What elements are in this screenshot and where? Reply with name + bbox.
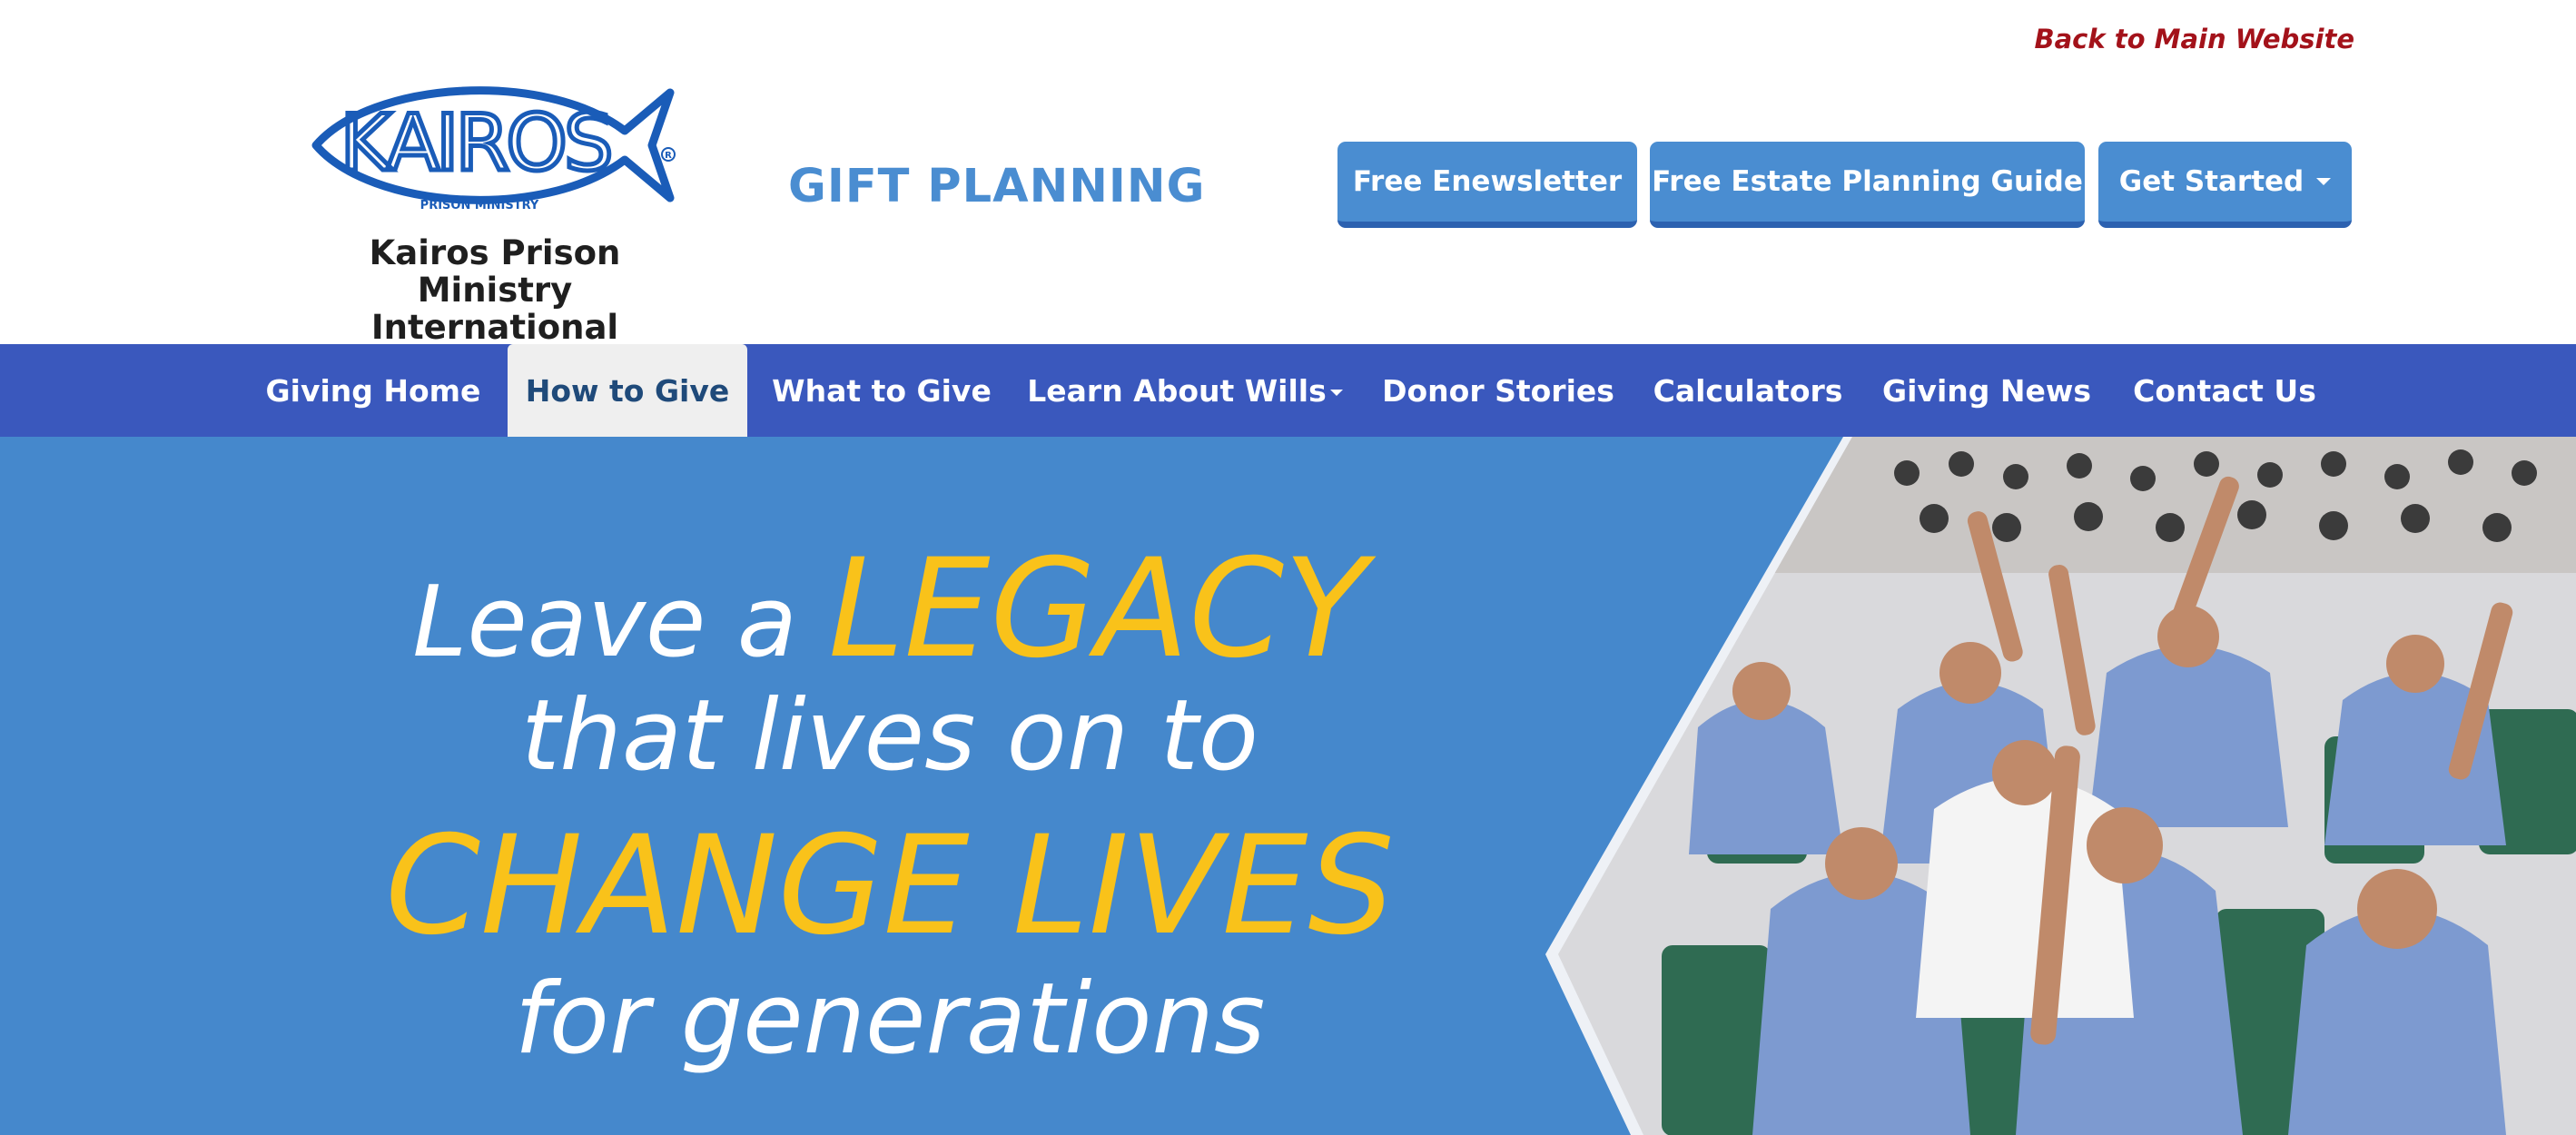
caret-down-icon xyxy=(2316,178,2332,185)
nav-label: Learn About Wills xyxy=(1027,372,1327,409)
nav-item-donor-stories[interactable]: Donor Stories xyxy=(1382,344,1614,437)
organization-name: Kairos Prison Ministry International xyxy=(300,234,690,346)
hero-legacy: LEGACY xyxy=(828,530,1367,688)
hero-leave-a: Leave a xyxy=(412,566,797,679)
organization-name-line2: International xyxy=(370,308,619,347)
nav-item-contact-us[interactable]: Contact Us xyxy=(2133,344,2316,437)
main-navigation: Giving Home How to Give What to Give Lea… xyxy=(0,344,2576,437)
nav-item-how-to-give[interactable]: How to Give xyxy=(508,344,747,437)
logo-wordmark: KAIROS xyxy=(340,98,609,189)
nav-item-learn-about-wills[interactable]: Learn About Wills xyxy=(1027,344,1343,437)
hero-line-2: that lives on to xyxy=(521,679,1258,793)
nav-label: Contact Us xyxy=(2133,372,2316,409)
back-to-main-website-link[interactable]: Back to Main Website xyxy=(2034,24,2354,54)
gift-planning-title: GIFT PLANNING xyxy=(788,160,1206,213)
caret-down-icon xyxy=(1329,389,1343,396)
hero-line-1: Leave a LEGACY xyxy=(345,541,1435,686)
get-started-label: Get Started xyxy=(2118,165,2305,198)
nav-item-what-to-give[interactable]: What to Give xyxy=(772,344,992,437)
kairos-logo[interactable]: KAIROS PRISON MINISTRY R xyxy=(307,74,679,218)
free-estate-planning-guide-button[interactable]: Free Estate Planning Guide xyxy=(1650,142,2085,228)
free-estate-planning-guide-label: Free Estate Planning Guide xyxy=(1652,165,2083,198)
free-enewsletter-button[interactable]: Free Enewsletter xyxy=(1337,142,1637,228)
nav-item-giving-home[interactable]: Giving Home xyxy=(265,344,481,437)
nav-label: Calculators xyxy=(1653,372,1843,409)
hero-banner: Leave a LEGACY that lives on to CHANGE L… xyxy=(0,437,2576,1135)
nav-label: How to Give xyxy=(525,372,730,409)
nav-label: Giving News xyxy=(1882,372,2091,409)
organization-name-line1: Kairos Prison Ministry xyxy=(369,233,621,310)
free-enewsletter-label: Free Enewsletter xyxy=(1352,165,1623,198)
nav-item-calculators[interactable]: Calculators xyxy=(1653,344,1843,437)
get-started-button[interactable]: Get Started xyxy=(2098,142,2352,228)
nav-label: What to Give xyxy=(772,372,992,409)
hero-line-3: CHANGE LIVES xyxy=(385,807,1395,965)
nav-label: Donor Stories xyxy=(1382,372,1614,409)
svg-text:R: R xyxy=(665,151,672,161)
fish-logo-icon: KAIROS PRISON MINISTRY R xyxy=(311,86,676,212)
nav-item-giving-news[interactable]: Giving News xyxy=(1882,344,2091,437)
logo-subtext: PRISON MINISTRY xyxy=(420,199,539,212)
nav-label: Giving Home xyxy=(265,372,481,409)
hero-line-4: for generations xyxy=(514,962,1266,1076)
